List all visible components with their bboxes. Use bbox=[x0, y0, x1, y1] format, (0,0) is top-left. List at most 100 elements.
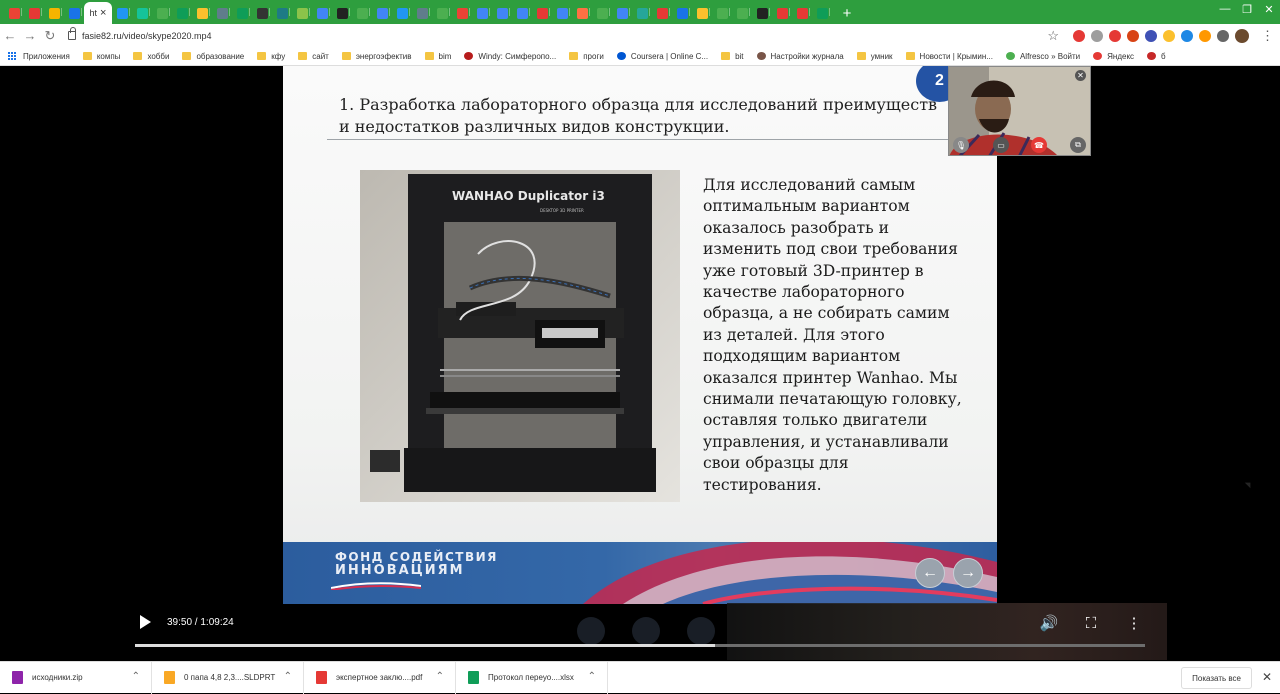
hang-up-icon[interactable]: ☎ bbox=[1031, 137, 1047, 153]
bookmark-item[interactable]: bim bbox=[424, 52, 451, 61]
address-url[interactable]: fasie82.ru/video/skype2020.mp4 bbox=[82, 31, 212, 41]
browser-tab[interactable] bbox=[552, 2, 572, 24]
extension-sheets-icon[interactable] bbox=[1181, 29, 1194, 42]
browser-tab[interactable] bbox=[132, 2, 152, 24]
pip-expand-icon[interactable]: ⧉ bbox=[1070, 137, 1086, 153]
new-tab-button[interactable]: + bbox=[836, 2, 858, 24]
browser-tab[interactable] bbox=[152, 2, 172, 24]
more-options-icon[interactable]: ⋮ bbox=[1124, 613, 1144, 633]
browser-tab[interactable] bbox=[752, 2, 772, 24]
bookmark-item[interactable]: Alfresco » Войти bbox=[1005, 52, 1080, 61]
bookmark-item[interactable]: кфу bbox=[257, 52, 285, 61]
bookmark-item[interactable]: образование bbox=[182, 52, 244, 61]
download-item[interactable]: исходники.zip ⌃ bbox=[0, 661, 152, 694]
browser-tab[interactable] bbox=[212, 2, 232, 24]
browser-tab[interactable] bbox=[4, 2, 24, 24]
bookmark-item[interactable]: компы bbox=[82, 52, 120, 61]
extension-blue-icon[interactable] bbox=[1145, 29, 1158, 42]
bookmark-item[interactable]: сайт bbox=[298, 52, 329, 61]
bookmark-item[interactable]: Coursera | Online C... bbox=[616, 52, 708, 61]
browser-tab[interactable] bbox=[64, 2, 84, 24]
back-icon[interactable]: ← bbox=[0, 26, 20, 46]
shelf-close-icon[interactable]: ✕ bbox=[1262, 670, 1272, 684]
browser-tab[interactable] bbox=[252, 2, 272, 24]
drive-icon[interactable] bbox=[1163, 29, 1176, 42]
download-menu-icon[interactable]: ⌃ bbox=[132, 671, 140, 682]
adblock-icon[interactable] bbox=[1073, 29, 1086, 42]
browser-tab[interactable] bbox=[672, 2, 692, 24]
browser-menu-icon[interactable]: ⋮ bbox=[1261, 28, 1274, 44]
bookmark-item[interactable]: Windy: Симферопо... bbox=[464, 52, 556, 61]
browser-tab[interactable] bbox=[332, 2, 352, 24]
play-icon[interactable] bbox=[140, 615, 151, 629]
tab-close-icon[interactable]: × bbox=[100, 7, 106, 19]
browser-tab[interactable] bbox=[452, 2, 472, 24]
download-item[interactable]: экспертное заклю....pdf ⌃ bbox=[304, 661, 456, 694]
browser-tab[interactable]: ht × bbox=[84, 2, 112, 24]
browser-tab[interactable] bbox=[372, 2, 392, 24]
profile-avatar[interactable] bbox=[1235, 28, 1250, 43]
browser-tab[interactable] bbox=[692, 2, 712, 24]
browser-tab[interactable] bbox=[572, 2, 592, 24]
bookmark-item[interactable]: Приложения bbox=[8, 51, 70, 61]
browser-tab[interactable] bbox=[232, 2, 252, 24]
restore-icon[interactable]: ❐ bbox=[1236, 0, 1258, 18]
download-item[interactable]: 0 папа 4,8 2,3....SLDPRT ⌃ bbox=[152, 661, 304, 694]
browser-tab[interactable] bbox=[532, 2, 552, 24]
volume-icon[interactable]: 🔊 bbox=[1039, 613, 1059, 633]
browser-tab[interactable] bbox=[632, 2, 652, 24]
download-menu-icon[interactable]: ⌃ bbox=[588, 671, 596, 682]
browser-tab[interactable] bbox=[432, 2, 452, 24]
webcam-pip[interactable]: ✕ 🎙 ▭ ☎ ⧉ bbox=[948, 66, 1091, 156]
browser-tab[interactable] bbox=[112, 2, 132, 24]
browser-tab[interactable] bbox=[192, 2, 212, 24]
bookmark-item[interactable]: проги bbox=[569, 52, 604, 61]
browser-tab[interactable] bbox=[592, 2, 612, 24]
browser-tab[interactable] bbox=[292, 2, 312, 24]
browser-tab[interactable] bbox=[772, 2, 792, 24]
browser-tab[interactable] bbox=[492, 2, 512, 24]
slide-next-arrow-icon[interactable]: → bbox=[953, 558, 983, 588]
show-all-button[interactable]: Показать все bbox=[1181, 667, 1252, 689]
extension-bug-icon[interactable] bbox=[1127, 29, 1140, 42]
bookmark-item[interactable]: умник bbox=[856, 52, 893, 61]
browser-tab[interactable] bbox=[612, 2, 632, 24]
browser-tab[interactable] bbox=[44, 2, 64, 24]
bookmark-star-icon[interactable]: ☆ bbox=[1047, 28, 1059, 44]
camera-icon[interactable]: ▭ bbox=[993, 137, 1009, 153]
browser-tab[interactable] bbox=[512, 2, 532, 24]
browser-tab[interactable] bbox=[412, 2, 432, 24]
extension-red-icon[interactable] bbox=[1109, 29, 1122, 42]
bookmark-item[interactable]: б bbox=[1147, 52, 1166, 61]
microphone-icon[interactable]: 🎙 bbox=[953, 137, 969, 153]
reading-list-icon[interactable] bbox=[1217, 29, 1230, 42]
browser-tab[interactable] bbox=[732, 2, 752, 24]
address-bar[interactable]: fasie82.ru/video/skype2020.mp4 ☆ bbox=[67, 26, 1067, 46]
extension-orange-icon[interactable] bbox=[1199, 29, 1212, 42]
close-window-icon[interactable]: ✕ bbox=[1258, 0, 1280, 18]
bookmark-item[interactable]: хобби bbox=[133, 52, 169, 61]
bookmark-item[interactable]: Новости | Крымин... bbox=[905, 52, 993, 61]
reload-icon[interactable]: ↻ bbox=[40, 26, 60, 46]
slide-prev-arrow-icon[interactable]: ← bbox=[915, 558, 945, 588]
download-menu-icon[interactable]: ⌃ bbox=[284, 671, 292, 682]
pip-close-icon[interactable]: ✕ bbox=[1075, 70, 1086, 81]
bookmark-item[interactable]: Яндекс bbox=[1093, 52, 1134, 61]
browser-tab[interactable] bbox=[312, 2, 332, 24]
browser-tab[interactable] bbox=[392, 2, 412, 24]
browser-tab[interactable] bbox=[472, 2, 492, 24]
progress-bar[interactable] bbox=[135, 644, 1145, 647]
bookmark-item[interactable]: энергоэфектив bbox=[341, 52, 412, 61]
download-menu-icon[interactable]: ⌃ bbox=[436, 671, 444, 682]
extension-icon[interactable] bbox=[1091, 29, 1104, 42]
bookmark-item[interactable]: bit bbox=[721, 52, 744, 61]
download-item[interactable]: Протокол переуо....xlsx ⌃ bbox=[456, 661, 608, 694]
minimize-icon[interactable]: — bbox=[1214, 0, 1236, 18]
browser-tab[interactable] bbox=[712, 2, 732, 24]
browser-tab[interactable] bbox=[272, 2, 292, 24]
fullscreen-icon[interactable]: ⛶ bbox=[1081, 613, 1101, 633]
bookmark-item[interactable]: Настройки журнала bbox=[756, 52, 844, 61]
browser-tab[interactable] bbox=[792, 2, 812, 24]
browser-tab[interactable] bbox=[172, 2, 192, 24]
browser-tab[interactable] bbox=[352, 2, 372, 24]
